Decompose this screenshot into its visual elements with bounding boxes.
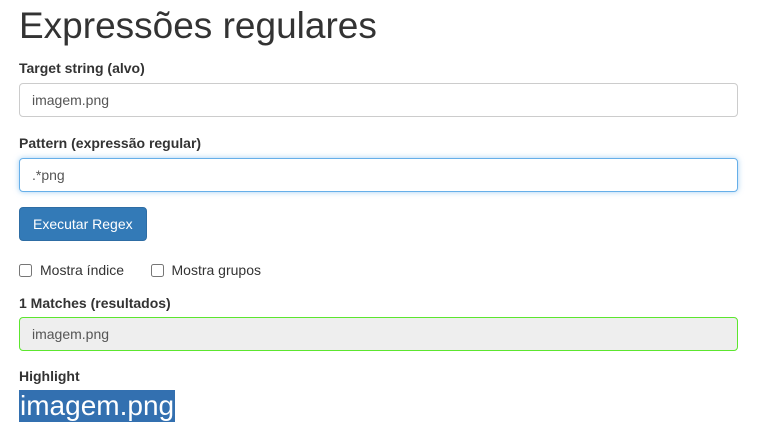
highlight-text: imagem.png	[19, 389, 176, 422]
page-title: Expressões regulares	[19, 5, 377, 46]
matches-label: 1 Matches (resultados)	[19, 294, 171, 311]
target-input[interactable]: imagem.png	[19, 83, 738, 117]
show-groups-checkbox[interactable]: Mostra grupos	[150, 262, 261, 278]
pattern-label: Pattern (expressão regular)	[19, 135, 202, 151]
show-groups-check[interactable]	[150, 263, 164, 277]
pattern-input[interactable]: .*png	[19, 158, 738, 192]
show-index-checkbox[interactable]: Mostra índice	[19, 262, 124, 278]
show-index-check[interactable]	[19, 263, 32, 277]
show-index-label: Mostra índice	[40, 262, 125, 278]
run-regex-button[interactable]: Executar Regex	[19, 207, 147, 241]
target-label: Target string (alvo)	[19, 60, 145, 76]
highlight-label: Highlight	[19, 367, 80, 384]
show-groups-label: Mostra grupos	[171, 262, 261, 278]
matches-output: imagem.png	[19, 316, 738, 351]
